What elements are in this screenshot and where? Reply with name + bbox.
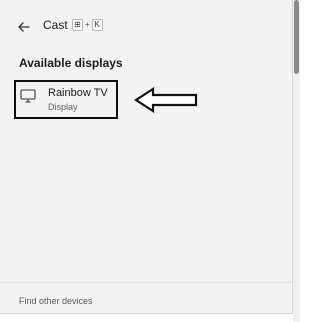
background-taskbar-strip xyxy=(0,314,293,322)
scrollbar[interactable] xyxy=(293,0,300,322)
display-item-rainbow-tv[interactable]: Rainbow TV Display xyxy=(14,80,118,119)
k-key: K xyxy=(91,18,103,31)
display-name: Rainbow TV xyxy=(48,87,108,99)
monitor-icon xyxy=(20,89,36,103)
page-title: Cast xyxy=(43,18,68,32)
available-displays-heading: Available displays xyxy=(19,56,123,70)
display-type: Display xyxy=(48,102,78,112)
screen: Cast ⊞ + K Available displays Rainbow TV… xyxy=(0,0,300,322)
back-arrow-icon xyxy=(18,22,30,32)
pointer-arrow-icon xyxy=(133,86,198,114)
back-button[interactable] xyxy=(14,17,34,37)
windows-key-icon: ⊞ xyxy=(72,18,83,31)
cast-header: Cast ⊞ + K xyxy=(0,0,292,52)
keyboard-shortcut: ⊞ + K xyxy=(72,17,103,32)
scroll-thumb[interactable] xyxy=(294,0,299,74)
shortcut-plus: + xyxy=(85,20,90,29)
footer-divider xyxy=(0,282,292,283)
find-other-devices-link[interactable]: Find other devices xyxy=(19,296,93,306)
cast-flyout: Cast ⊞ + K Available displays Rainbow TV… xyxy=(0,0,293,314)
